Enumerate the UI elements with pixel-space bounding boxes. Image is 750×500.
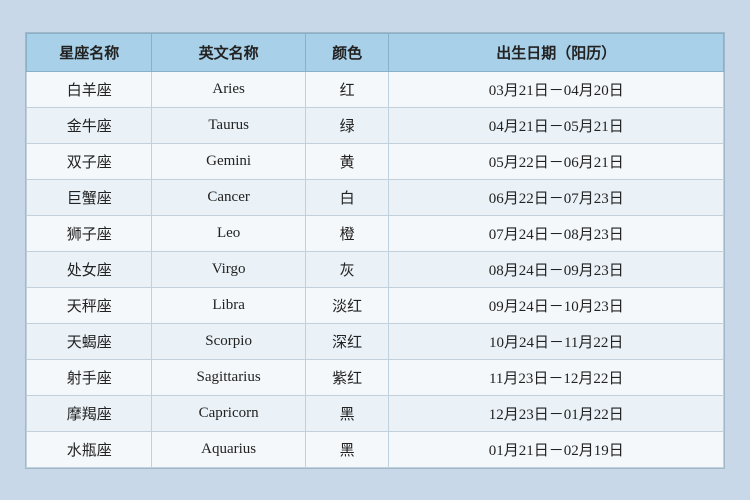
cell-color: 淡红 [305, 287, 389, 323]
cell-date: 05月22日－06月21日 [389, 143, 724, 179]
cell-english: Gemini [152, 143, 305, 179]
cell-chinese: 处女座 [27, 251, 152, 287]
table-row: 双子座Gemini黄05月22日－06月21日 [27, 143, 724, 179]
cell-color: 黑 [305, 431, 389, 467]
cell-chinese: 水瓶座 [27, 431, 152, 467]
table-row: 白羊座Aries红03月21日－04月20日 [27, 71, 724, 107]
header-color: 颜色 [305, 33, 389, 71]
cell-chinese: 巨蟹座 [27, 179, 152, 215]
table-body: 白羊座Aries红03月21日－04月20日金牛座Taurus绿04月21日－0… [27, 71, 724, 467]
cell-english: Aries [152, 71, 305, 107]
cell-color: 深红 [305, 323, 389, 359]
cell-date: 04月21日－05月21日 [389, 107, 724, 143]
cell-color: 黄 [305, 143, 389, 179]
cell-english: Leo [152, 215, 305, 251]
cell-chinese: 射手座 [27, 359, 152, 395]
cell-english: Capricorn [152, 395, 305, 431]
cell-date: 08月24日－09月23日 [389, 251, 724, 287]
cell-color: 黑 [305, 395, 389, 431]
table-row: 金牛座Taurus绿04月21日－05月21日 [27, 107, 724, 143]
cell-color: 橙 [305, 215, 389, 251]
zodiac-table: 星座名称 英文名称 颜色 出生日期（阳历） 白羊座Aries红03月21日－04… [26, 33, 724, 468]
header-english: 英文名称 [152, 33, 305, 71]
cell-color: 红 [305, 71, 389, 107]
header-date: 出生日期（阳历） [389, 33, 724, 71]
cell-english: Sagittarius [152, 359, 305, 395]
cell-color: 灰 [305, 251, 389, 287]
cell-chinese: 天蝎座 [27, 323, 152, 359]
table-row: 摩羯座Capricorn黑12月23日－01月22日 [27, 395, 724, 431]
cell-date: 01月21日－02月19日 [389, 431, 724, 467]
cell-chinese: 金牛座 [27, 107, 152, 143]
cell-english: Scorpio [152, 323, 305, 359]
cell-chinese: 摩羯座 [27, 395, 152, 431]
cell-date: 10月24日－11月22日 [389, 323, 724, 359]
cell-chinese: 天秤座 [27, 287, 152, 323]
cell-date: 09月24日－10月23日 [389, 287, 724, 323]
table-row: 处女座Virgo灰08月24日－09月23日 [27, 251, 724, 287]
cell-english: Libra [152, 287, 305, 323]
table-row: 天秤座Libra淡红09月24日－10月23日 [27, 287, 724, 323]
table-row: 狮子座Leo橙07月24日－08月23日 [27, 215, 724, 251]
cell-color: 白 [305, 179, 389, 215]
cell-english: Virgo [152, 251, 305, 287]
cell-date: 03月21日－04月20日 [389, 71, 724, 107]
cell-chinese: 白羊座 [27, 71, 152, 107]
cell-date: 06月22日－07月23日 [389, 179, 724, 215]
table-row: 水瓶座Aquarius黑01月21日－02月19日 [27, 431, 724, 467]
cell-color: 紫红 [305, 359, 389, 395]
cell-date: 11月23日－12月22日 [389, 359, 724, 395]
cell-english: Cancer [152, 179, 305, 215]
table-row: 巨蟹座Cancer白06月22日－07月23日 [27, 179, 724, 215]
cell-date: 07月24日－08月23日 [389, 215, 724, 251]
table-row: 天蝎座Scorpio深红10月24日－11月22日 [27, 323, 724, 359]
header-chinese: 星座名称 [27, 33, 152, 71]
table-header-row: 星座名称 英文名称 颜色 出生日期（阳历） [27, 33, 724, 71]
zodiac-table-container: 星座名称 英文名称 颜色 出生日期（阳历） 白羊座Aries红03月21日－04… [25, 32, 725, 469]
cell-date: 12月23日－01月22日 [389, 395, 724, 431]
cell-color: 绿 [305, 107, 389, 143]
cell-english: Taurus [152, 107, 305, 143]
table-row: 射手座Sagittarius紫红11月23日－12月22日 [27, 359, 724, 395]
cell-english: Aquarius [152, 431, 305, 467]
cell-chinese: 狮子座 [27, 215, 152, 251]
cell-chinese: 双子座 [27, 143, 152, 179]
